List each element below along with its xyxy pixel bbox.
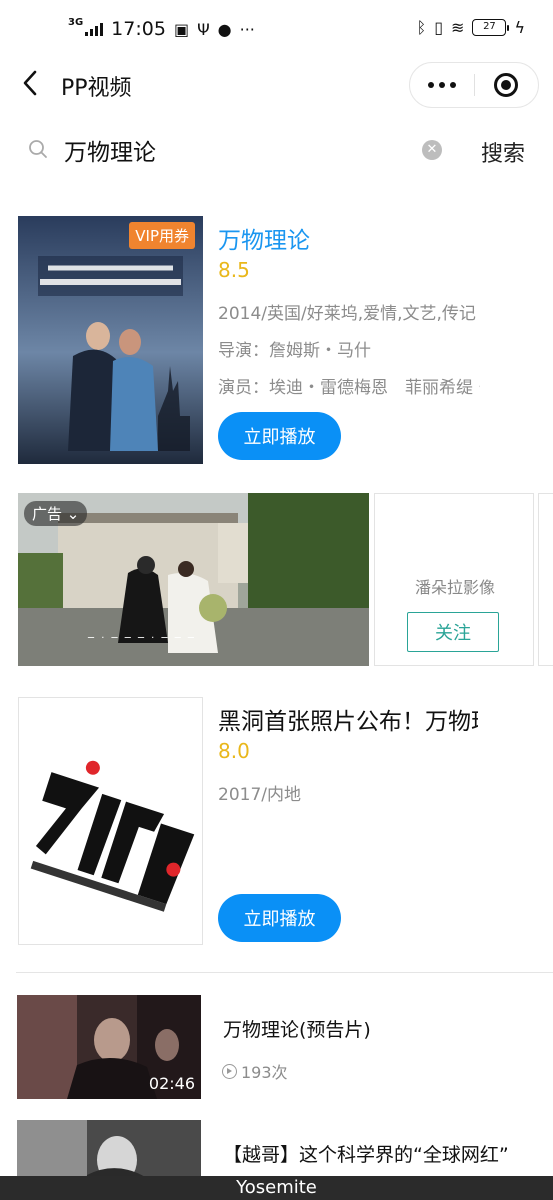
status-time: 17:05 (111, 18, 166, 40)
advertiser-name: 潘朵拉影像 (414, 578, 495, 597)
vibrate-icon: ▯ (434, 18, 444, 37)
video-duration: 02:46 (148, 1074, 195, 1093)
usb-icon: Ψ (197, 19, 210, 39)
back-button[interactable] (18, 68, 44, 98)
more-dots-icon (427, 82, 434, 88)
more-button[interactable] (410, 63, 474, 107)
movie-meta: 2017/内地 (218, 785, 301, 805)
status-left: 3G 17:05 ▣ Ψ ● ··· (68, 17, 255, 41)
movie-director: 导演：詹姆斯・马什 (218, 341, 371, 361)
video-thumbnail[interactable]: 02:46 (17, 995, 201, 1099)
movie-score: 8.0 (218, 739, 250, 763)
movie-poster[interactable] (18, 697, 203, 945)
charging-icon: ϟ (514, 18, 525, 37)
bottom-label: Yosemite (0, 1176, 553, 1200)
ad-next-panel[interactable] (538, 493, 553, 666)
close-icon: ✕ (426, 142, 438, 157)
signal-icon (85, 22, 104, 36)
chevron-left-icon (23, 70, 37, 96)
poster-image (19, 698, 202, 944)
message-icon: ● (217, 19, 232, 39)
video-views: 193次 (222, 1059, 288, 1083)
network-type: 3G (68, 17, 84, 28)
chevron-down-icon: ⌄ (66, 505, 80, 523)
ad-banner[interactable]: 广告 ⌄ ─ · ─ ─ ─ · ─ ─ ─ 潘朵拉影像 关注 (18, 493, 553, 666)
vo-icon: ▣ (173, 19, 190, 39)
movie-cast: 演员：埃迪・雷德梅恩 菲丽希缇・琼斯 (218, 378, 480, 398)
bluetooth-icon: ᛒ (416, 18, 427, 37)
movie-score: 8.5 (218, 258, 250, 282)
status-bar: 3G 17:05 ▣ Ψ ● ··· ᛒ ▯ ≋ 27 ϟ (0, 0, 553, 58)
clear-search-button[interactable]: ✕ (422, 140, 442, 160)
target-icon (494, 73, 519, 97)
search-icon (29, 140, 47, 158)
search-button[interactable]: 搜索 (481, 136, 525, 168)
battery-icon: 27 (472, 19, 510, 36)
search-bar: ✕ 搜索 (0, 124, 553, 176)
ad-image[interactable]: 广告 ⌄ ─ · ─ ─ ─ · ─ ─ ─ (18, 493, 369, 666)
vip-badge: VIP用券 (129, 222, 195, 249)
status-right: ᛒ ▯ ≋ 27 ϟ (417, 18, 525, 37)
section-divider (16, 972, 553, 973)
play-count-icon (222, 1063, 237, 1079)
ad-badge[interactable]: 广告 ⌄ (24, 501, 88, 526)
poster-image (18, 216, 203, 464)
video-title[interactable]: 【越哥】这个科学界的“全球网红” (223, 1140, 543, 1167)
nav-bar: PP视频 (0, 58, 553, 114)
movie-title[interactable]: 万物理论 (218, 221, 310, 255)
wifi-icon: ≋ (451, 18, 465, 37)
play-now-button[interactable]: 立即播放 (218, 412, 341, 460)
more-status-icon: ··· (239, 19, 255, 39)
mini-program-capsule (409, 62, 539, 108)
ad-advertiser-panel: 潘朵拉影像 关注 (374, 493, 534, 666)
video-title[interactable]: 万物理论(预告片) (223, 1015, 543, 1042)
movie-poster[interactable]: VIP用券 (18, 216, 203, 464)
movie-title[interactable]: 黑洞首张照片公布！万物理论 (218, 702, 478, 736)
close-mini-program-button[interactable] (475, 63, 539, 107)
follow-button[interactable]: 关注 (407, 612, 499, 652)
ad-caption-decoration: ─ · ─ ─ ─ · ─ ─ ─ (88, 633, 196, 644)
page-title: PP视频 (61, 76, 132, 101)
search-input[interactable] (64, 134, 404, 166)
movie-meta: 2014/英国/好莱坞,爱情,文艺,传记 (218, 304, 476, 324)
play-now-button[interactable]: 立即播放 (218, 894, 341, 942)
video-view-count: 193次 (241, 1063, 288, 1082)
